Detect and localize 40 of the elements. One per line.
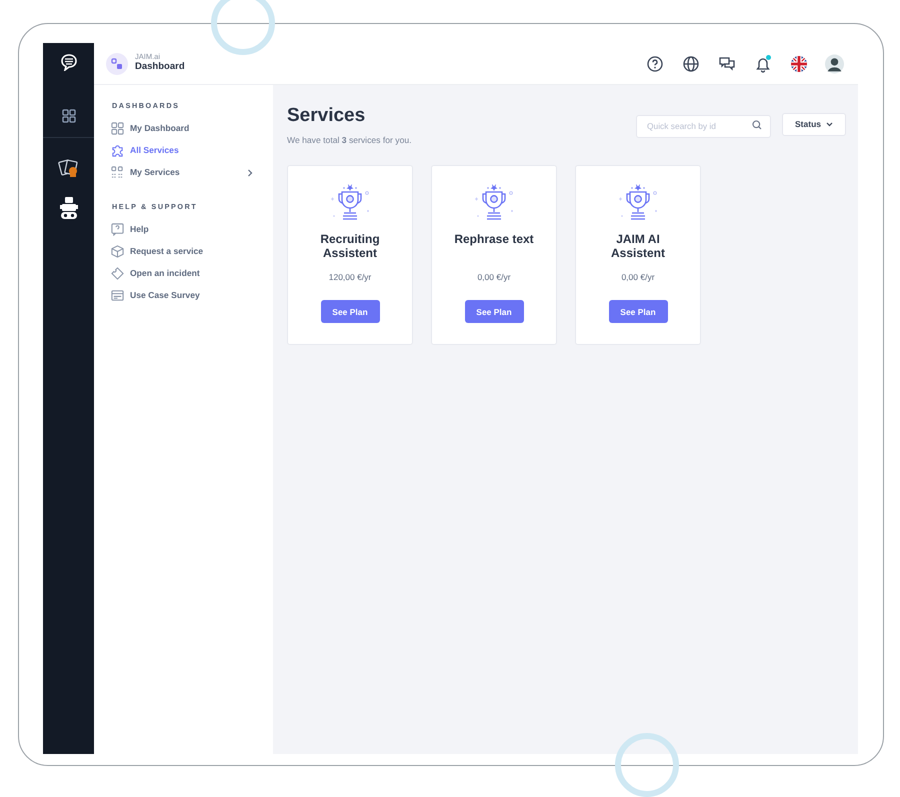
services-grid-icon bbox=[111, 166, 124, 180]
status-dropdown[interactable]: Status bbox=[782, 113, 846, 136]
help-icon bbox=[111, 223, 124, 236]
service-price: 120,00 €/yr bbox=[328, 270, 372, 284]
service-price: 0,00 €/yr bbox=[621, 270, 655, 284]
puzzle-icon bbox=[111, 144, 124, 158]
search-field[interactable]: Quick search by id bbox=[636, 114, 772, 138]
survey-icon bbox=[111, 289, 124, 302]
service-title: JAIM AI Assistent bbox=[610, 232, 666, 262]
uk-flag-icon[interactable] bbox=[790, 54, 808, 72]
service-title: Rephrase text bbox=[453, 232, 535, 248]
ticket-icon bbox=[111, 267, 124, 280]
sidebar-item[interactable]: All Services bbox=[111, 140, 256, 162]
sidebar-item[interactable]: Use Case Survey bbox=[111, 284, 256, 307]
see-plan-button[interactable]: See Plan bbox=[608, 300, 668, 324]
dashboard-grid-icon bbox=[111, 122, 124, 136]
service-price: 0,00 €/yr bbox=[477, 270, 511, 284]
cards-icon[interactable] bbox=[58, 158, 80, 178]
chat-logo-icon[interactable] bbox=[60, 53, 78, 71]
page-heading: Services bbox=[287, 105, 366, 128]
sidebar-item[interactable]: Request a service bbox=[111, 240, 256, 263]
sidebar-item[interactable]: Help bbox=[111, 218, 256, 241]
services-count-text: We have total 3 services for you. bbox=[287, 134, 412, 147]
sidebar-item[interactable]: My Dashboard bbox=[111, 118, 256, 140]
service-title: Recruiting Assistent bbox=[319, 232, 381, 262]
chat-icon[interactable] bbox=[718, 54, 736, 72]
see-plan-button[interactable]: See Plan bbox=[464, 300, 524, 324]
sidebar-item[interactable]: Open an incident bbox=[111, 262, 256, 285]
avatar-icon[interactable] bbox=[825, 54, 844, 74]
page-title: Dashboard bbox=[135, 61, 185, 74]
brand-logo-icon bbox=[106, 52, 128, 74]
sidebar-item[interactable]: My Services bbox=[111, 162, 256, 184]
caret-icon bbox=[826, 122, 833, 127]
grid-icon[interactable] bbox=[62, 109, 76, 123]
help-icon[interactable] bbox=[646, 54, 664, 72]
globe-icon[interactable] bbox=[682, 54, 700, 72]
robot-icon[interactable] bbox=[60, 196, 78, 220]
box-icon bbox=[111, 245, 124, 258]
search-icon bbox=[752, 120, 762, 130]
see-plan-button[interactable]: See Plan bbox=[320, 300, 380, 324]
